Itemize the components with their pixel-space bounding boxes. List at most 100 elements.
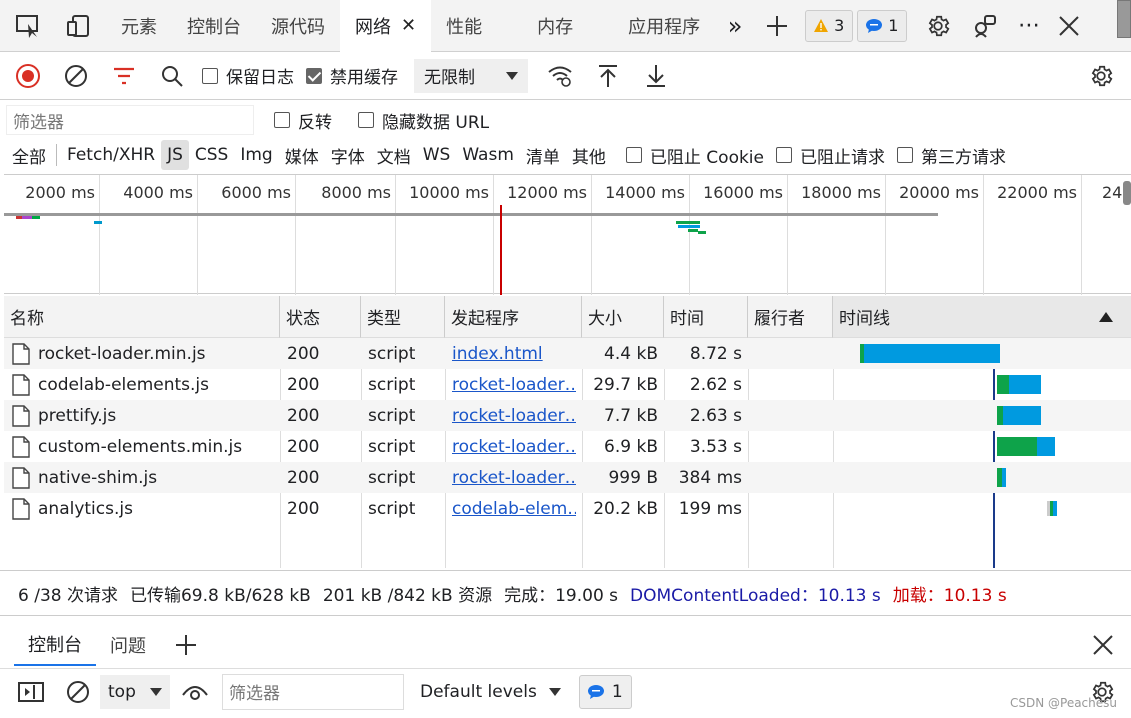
column-header-waterfall[interactable]: 时间线 bbox=[833, 296, 1131, 338]
add-drawer-tab-icon[interactable] bbox=[164, 624, 208, 666]
record-icon[interactable] bbox=[4, 52, 52, 100]
column-header-type[interactable]: 类型 bbox=[361, 296, 445, 338]
type-img[interactable]: Img bbox=[234, 140, 278, 170]
type-all[interactable]: 全部 bbox=[6, 140, 52, 170]
table-row[interactable]: codelab-elements.js 200 script rocket-lo… bbox=[4, 369, 1131, 400]
type-doc[interactable]: 文档 bbox=[371, 140, 417, 170]
settings-icon[interactable] bbox=[913, 0, 963, 52]
type-fetch-xhr[interactable]: Fetch/XHR bbox=[61, 140, 161, 170]
disable-cache-checkbox[interactable]: 禁用缓存 bbox=[306, 63, 398, 88]
initiator-link[interactable]: index.html bbox=[452, 338, 576, 369]
blocked-requests-checkbox[interactable]: 已阻止请求 bbox=[776, 143, 885, 168]
request-size: 20.2 kB bbox=[593, 498, 658, 519]
overview-tick: 16000 ms bbox=[690, 175, 788, 295]
column-header-status[interactable]: 状态 bbox=[280, 296, 361, 338]
initiator-link[interactable]: codelab-elem… bbox=[452, 493, 576, 524]
table-row[interactable]: prettify.js 200 script rocket-loader… 7.… bbox=[4, 400, 1131, 431]
overview-tick: 4000 ms bbox=[100, 175, 198, 295]
column-header-time[interactable]: 时间 bbox=[664, 296, 748, 338]
messages-count: 1 bbox=[611, 681, 623, 702]
console-filter-input[interactable]: 筛选器 bbox=[222, 673, 404, 710]
table-row[interactable]: custom-elements.min.js 200 script rocket… bbox=[4, 431, 1131, 462]
customize-icon[interactable] bbox=[963, 0, 1007, 52]
live-expression-eye-icon[interactable] bbox=[170, 669, 220, 715]
type-media[interactable]: 媒体 bbox=[279, 140, 325, 170]
overview-timeline[interactable]: 2000 ms 4000 ms 6000 ms 8000 ms 10000 ms… bbox=[4, 174, 1131, 295]
console-messages-badge[interactable]: 1 bbox=[578, 674, 632, 709]
type-wasm[interactable]: Wasm bbox=[456, 140, 520, 170]
type-css[interactable]: CSS bbox=[189, 140, 234, 170]
overview-bar bbox=[688, 229, 698, 232]
divider bbox=[56, 144, 57, 166]
inspect-element-icon[interactable] bbox=[0, 0, 56, 52]
table-row[interactable]: analytics.js 200 script codelab-elem… 20… bbox=[4, 493, 1131, 524]
context-select[interactable]: top bbox=[100, 674, 170, 709]
waterfall-bar bbox=[1003, 406, 1041, 425]
initiator-link[interactable]: rocket-loader… bbox=[452, 431, 576, 462]
throttling-select[interactable]: 无限制 bbox=[414, 58, 528, 93]
filter-icon[interactable] bbox=[100, 52, 148, 100]
blocked-cookies-checkbox[interactable]: 已阻止 Cookie bbox=[625, 143, 764, 168]
column-header-size[interactable]: 大小 bbox=[582, 296, 664, 338]
close-devtools-icon[interactable] bbox=[1051, 0, 1087, 52]
initiator-link[interactable]: rocket-loader… bbox=[452, 462, 576, 493]
close-drawer-icon[interactable] bbox=[1089, 624, 1117, 666]
more-options-icon[interactable]: ⋯ bbox=[1007, 0, 1051, 52]
sidebar-toggle-icon[interactable] bbox=[14, 669, 48, 715]
search-icon[interactable] bbox=[148, 52, 196, 100]
hide-data-url-label: 隐藏数据 URL bbox=[382, 112, 490, 133]
tick-label: 18000 ms bbox=[801, 183, 881, 202]
clear-icon[interactable] bbox=[52, 52, 100, 100]
column-header-fulfilled-by[interactable]: 履行者 bbox=[748, 296, 833, 338]
drawer-tab-issues[interactable]: 问题 bbox=[96, 624, 160, 666]
type-js[interactable]: JS bbox=[161, 140, 189, 170]
message-icon bbox=[587, 684, 604, 699]
type-manifest[interactable]: 清单 bbox=[520, 140, 566, 170]
scrollbar-thumb[interactable] bbox=[1117, 0, 1131, 38]
network-settings-icon[interactable] bbox=[1077, 52, 1125, 100]
column-header-initiator[interactable]: 发起程序 bbox=[445, 296, 582, 338]
warnings-badge[interactable]: 3 bbox=[805, 9, 854, 42]
context-value: top bbox=[108, 681, 136, 702]
tab-console[interactable]: 控制台 bbox=[172, 0, 256, 52]
messages-badge[interactable]: 1 bbox=[857, 9, 908, 42]
device-toolbar-icon[interactable] bbox=[56, 0, 100, 52]
tab-performance[interactable]: 性能 bbox=[431, 0, 522, 52]
type-font[interactable]: 字体 bbox=[325, 140, 371, 170]
initiator-link[interactable]: rocket-loader… bbox=[452, 369, 576, 400]
close-tab-icon[interactable]: ✕ bbox=[401, 15, 416, 36]
drawer-tab-console[interactable]: 控制台 bbox=[14, 624, 96, 666]
add-tab-icon[interactable] bbox=[755, 0, 799, 52]
clear-console-icon[interactable] bbox=[56, 669, 100, 715]
table-row[interactable]: rocket-loader.min.js 200 script index.ht… bbox=[4, 338, 1131, 369]
tick-label: 10000 ms bbox=[409, 183, 489, 202]
more-tabs-icon[interactable]: » bbox=[715, 0, 755, 52]
column-header-name[interactable]: 名称 bbox=[4, 296, 280, 338]
import-har-icon[interactable] bbox=[584, 52, 632, 100]
initiator-link[interactable]: rocket-loader… bbox=[452, 400, 576, 431]
request-time: 2.63 s bbox=[689, 405, 742, 426]
finish-time: 完成：19.00 s bbox=[504, 585, 619, 606]
checkbox-box bbox=[358, 112, 374, 128]
type-ws[interactable]: WS bbox=[417, 140, 457, 170]
export-har-icon[interactable] bbox=[632, 52, 680, 100]
type-other[interactable]: 其他 bbox=[566, 140, 612, 170]
log-levels-select[interactable]: Default levels bbox=[420, 682, 561, 702]
third-party-checkbox[interactable]: 第三方请求 bbox=[897, 143, 1006, 168]
table-row[interactable]: native-shim.js 200 script rocket-loader…… bbox=[4, 462, 1131, 493]
tab-elements[interactable]: 元素 bbox=[106, 0, 172, 52]
request-time: 384 ms bbox=[678, 467, 742, 488]
overview-tick: 10000 ms bbox=[396, 175, 494, 295]
tab-sources[interactable]: 源代码 bbox=[256, 0, 340, 52]
hide-data-url-checkbox[interactable]: 隐藏数据 URL bbox=[358, 108, 489, 133]
tab-network[interactable]: 网络 ✕ bbox=[340, 0, 432, 52]
header-label: 时间 bbox=[670, 309, 704, 329]
invert-checkbox[interactable]: 反转 bbox=[274, 108, 332, 133]
tab-memory[interactable]: 内存 bbox=[522, 0, 613, 52]
overview-tick: 12000 ms bbox=[494, 175, 592, 295]
network-conditions-icon[interactable] bbox=[536, 52, 584, 100]
request-status: 200 bbox=[287, 467, 320, 488]
tab-application[interactable]: 应用程序 bbox=[613, 0, 715, 52]
preserve-log-checkbox[interactable]: 保留日志 bbox=[202, 63, 294, 88]
filter-input[interactable]: 筛选器 bbox=[6, 105, 254, 135]
